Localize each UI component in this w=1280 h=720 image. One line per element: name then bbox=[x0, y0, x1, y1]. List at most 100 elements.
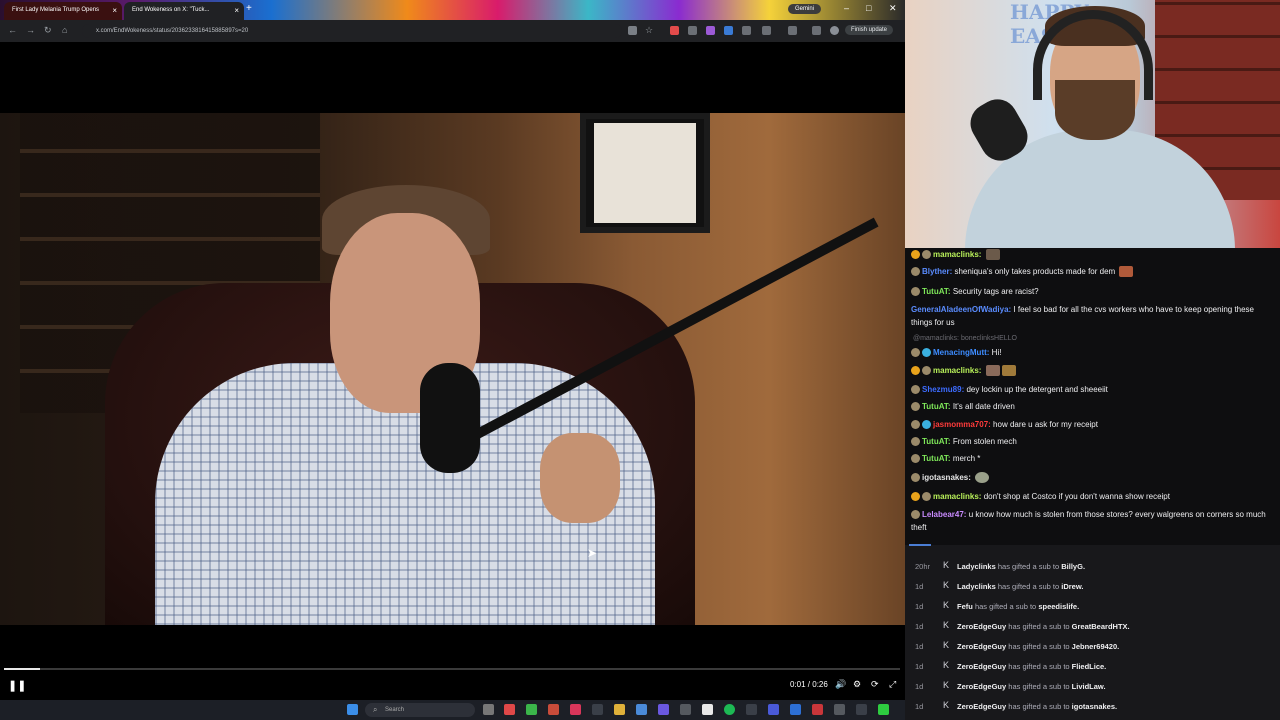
back-icon[interactable]: ← bbox=[8, 25, 17, 35]
app-icon[interactable] bbox=[636, 704, 647, 715]
app-icon[interactable] bbox=[856, 704, 867, 715]
tab-endwokeness[interactable]: End Wokeness on X: "Tuck... × bbox=[124, 2, 244, 20]
tab-melania[interactable]: First Lady Melania Trump Opens × bbox=[4, 2, 122, 20]
app-icon[interactable] bbox=[680, 704, 691, 715]
event-time: 1d bbox=[915, 702, 924, 711]
taskbar: ⌕ Search bbox=[0, 700, 905, 720]
chat-username[interactable]: MenacingMutt: bbox=[933, 348, 989, 357]
chat-username[interactable]: TutuAT: bbox=[922, 437, 951, 446]
app-icon[interactable] bbox=[504, 704, 515, 715]
tab-label: First Lady Melania Trump Opens bbox=[12, 7, 100, 13]
reload-icon[interactable]: ↻ bbox=[44, 25, 52, 36]
extension-icon[interactable] bbox=[706, 26, 715, 35]
progress-track[interactable] bbox=[4, 668, 900, 670]
event-time: 1d bbox=[915, 622, 924, 631]
forward-icon[interactable]: → bbox=[26, 25, 35, 35]
chat-message: TutuAT: merch * bbox=[911, 452, 1273, 465]
app-icon[interactable] bbox=[746, 704, 757, 715]
sidebar-icon[interactable] bbox=[788, 26, 797, 35]
chat-username[interactable]: TutuAT: bbox=[922, 402, 951, 411]
chat-text: how dare u ask for my receipt bbox=[993, 420, 1098, 429]
event-text: ZeroEdgeGuy has gifted a sub to LividLaw… bbox=[957, 682, 1106, 691]
app-icon[interactable] bbox=[592, 704, 603, 715]
event-row: 1d K Ladyclinks has gifted a sub to iDre… bbox=[905, 576, 1280, 596]
badge-icon bbox=[911, 492, 920, 502]
taskbar-search[interactable]: ⌕ Search bbox=[365, 703, 475, 717]
app-icon[interactable] bbox=[878, 704, 889, 715]
new-tab-button[interactable]: + bbox=[246, 3, 252, 14]
chat-username[interactable]: GeneralAladeenOfWadiya: bbox=[911, 305, 1011, 314]
home-icon[interactable]: ⌂ bbox=[62, 25, 67, 35]
file-explorer-icon[interactable] bbox=[614, 704, 625, 715]
gemini-button[interactable]: Gemini bbox=[788, 4, 822, 14]
chat-message: TutuAT: From stolen mech bbox=[911, 435, 1273, 448]
progress-fill bbox=[4, 668, 40, 670]
event-row: 20hr K Ladyclinks has gifted a sub to Bi… bbox=[905, 556, 1280, 576]
fullscreen-icon[interactable]: ⤢ bbox=[889, 679, 896, 690]
extension-icon[interactable] bbox=[688, 26, 697, 35]
app-icon[interactable] bbox=[768, 704, 779, 715]
chat-username[interactable]: Blyther: bbox=[922, 267, 952, 276]
badge-icon bbox=[922, 492, 931, 502]
extension-icon[interactable] bbox=[724, 26, 733, 35]
chat-username[interactable]: mamaclinks: bbox=[933, 366, 981, 375]
volume-icon[interactable]: 🔊 bbox=[835, 679, 846, 690]
close-tab-icon[interactable]: × bbox=[234, 6, 239, 15]
emote-icon bbox=[1119, 266, 1134, 278]
pause-icon[interactable]: ❚❚ bbox=[8, 679, 26, 692]
badge-icon bbox=[911, 437, 920, 447]
chat-message: MenacingMutt: Hi! bbox=[911, 346, 1273, 359]
badge-icon bbox=[911, 287, 920, 297]
spotify-icon[interactable] bbox=[724, 704, 735, 715]
extensions-puzzle-icon[interactable] bbox=[762, 26, 771, 35]
badge-icon bbox=[922, 366, 931, 376]
bookmark-star-icon[interactable]: ☆ bbox=[645, 25, 653, 36]
badge-icon bbox=[911, 454, 920, 464]
settings-gear-icon[interactable]: ⚙ bbox=[853, 679, 861, 690]
emote-icon bbox=[1001, 365, 1016, 377]
chat-text: Security tags are racist? bbox=[952, 287, 1039, 296]
app-icon[interactable] bbox=[834, 704, 845, 715]
video-controls: ❚❚ 0:01 / 0:26 🔊 ⚙ ⟳ ⤢ bbox=[0, 625, 905, 700]
app-icon[interactable] bbox=[702, 704, 713, 715]
event-text: Fefu has gifted a sub to speedislife. bbox=[957, 602, 1080, 611]
discord-icon[interactable] bbox=[658, 704, 669, 715]
screen: First Lady Melania Trump Opens × End Wok… bbox=[0, 0, 1280, 720]
chat-text: Hi! bbox=[991, 348, 1002, 357]
cast-icon[interactable] bbox=[628, 26, 637, 35]
chat-username[interactable]: TutuAT: bbox=[922, 287, 951, 296]
close-tab-icon[interactable]: × bbox=[112, 6, 117, 15]
app-icon[interactable] bbox=[570, 704, 581, 715]
task-view-icon[interactable] bbox=[483, 704, 494, 715]
chat-username[interactable]: igotasnakes: bbox=[922, 473, 971, 482]
event-row: 1d K ZeroEdgeGuy has gifted a sub to Gre… bbox=[905, 616, 1280, 636]
url-field[interactable]: x.com/EndWokeness/status/203623381641588… bbox=[82, 24, 622, 38]
chat-username[interactable]: jasmomma707: bbox=[933, 420, 991, 429]
finish-update-button[interactable]: Finish update bbox=[845, 25, 894, 35]
chat-text: From stolen mech bbox=[952, 437, 1017, 446]
chat-username[interactable]: TutuAT: bbox=[922, 454, 951, 463]
chat-username[interactable]: mamaclinks: bbox=[933, 492, 981, 501]
downloads-icon[interactable] bbox=[812, 26, 821, 35]
app-icon[interactable] bbox=[526, 704, 537, 715]
close-window-button[interactable]: ✕ bbox=[889, 3, 897, 14]
loop-icon[interactable]: ⟳ bbox=[871, 679, 879, 690]
video-frame[interactable]: ➤ bbox=[0, 113, 905, 625]
minimize-button[interactable]: – bbox=[844, 3, 849, 13]
divider bbox=[905, 543, 1280, 545]
kick-gift-icon: K bbox=[943, 580, 950, 590]
chat-username[interactable]: mamaclinks: bbox=[933, 250, 981, 259]
badge-icon bbox=[911, 250, 920, 260]
profile-avatar[interactable] bbox=[830, 26, 839, 35]
maximize-button[interactable]: □ bbox=[866, 3, 871, 13]
app-icon[interactable] bbox=[548, 704, 559, 715]
chat-username[interactable]: Lelabear47: bbox=[922, 510, 966, 519]
extension-icon[interactable] bbox=[742, 26, 751, 35]
chat-username[interactable]: Shezmu89: bbox=[922, 385, 964, 394]
app-icon[interactable] bbox=[812, 704, 823, 715]
kick-gift-icon: K bbox=[943, 640, 950, 650]
extension-icon[interactable] bbox=[670, 26, 679, 35]
badge-icon bbox=[911, 385, 920, 395]
app-icon[interactable] bbox=[790, 704, 801, 715]
start-windows-icon[interactable] bbox=[347, 704, 358, 715]
